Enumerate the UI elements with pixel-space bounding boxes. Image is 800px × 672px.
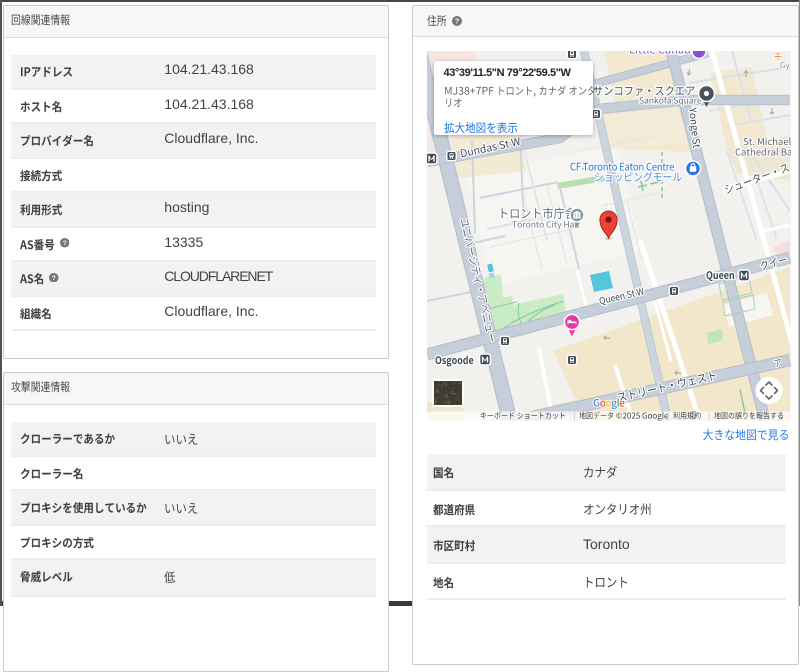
svg-text:?: ? — [455, 18, 459, 25]
svg-text:?: ? — [52, 275, 56, 282]
svg-text:?: ? — [62, 240, 66, 247]
